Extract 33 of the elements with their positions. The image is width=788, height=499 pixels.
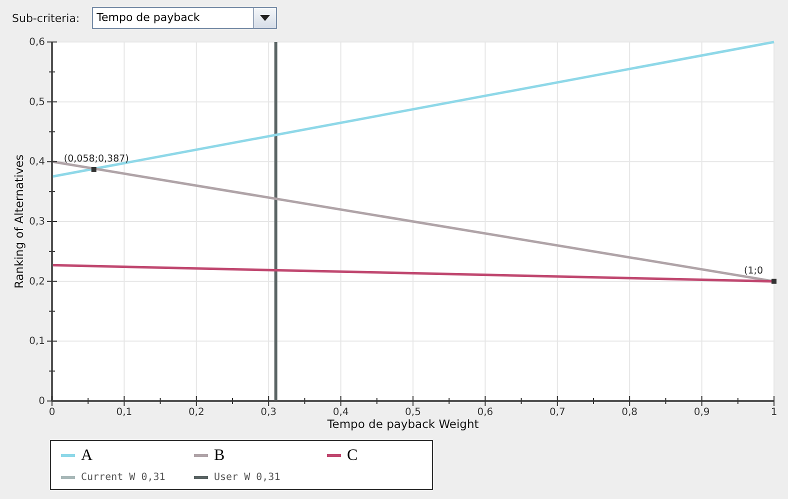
x-tick-label: 0 bbox=[48, 407, 56, 418]
legend-label: User W 0,31 bbox=[214, 472, 280, 482]
y-tick-label: 0,6 bbox=[29, 37, 45, 48]
x-tick-label: 0,5 bbox=[405, 407, 421, 418]
x-tick-label: 0,1 bbox=[116, 407, 132, 418]
intersection-point bbox=[91, 166, 96, 172]
y-tick-label: 0 bbox=[38, 396, 45, 407]
x-tick-label: 0,8 bbox=[622, 407, 638, 418]
legend-label: A bbox=[81, 446, 93, 464]
x-tick-label: 0,3 bbox=[260, 407, 277, 418]
x-tick-label: 0,7 bbox=[549, 407, 566, 418]
legend-label: Current W 0,31 bbox=[81, 472, 166, 482]
weight-marker-line[interactable] bbox=[274, 42, 278, 401]
sub-criteria-label: Sub-criteria: bbox=[12, 12, 80, 24]
caret-icon bbox=[260, 15, 270, 21]
x-axis-title: Tempo de payback Weight bbox=[327, 417, 479, 431]
y-tick-label: 0,2 bbox=[29, 276, 45, 288]
y-axis-title: Ranking of Alternatives bbox=[12, 154, 26, 288]
sub-criteria-dropdown[interactable]: Tempo de payback bbox=[92, 7, 277, 29]
x-tick-label: 1 bbox=[770, 407, 778, 418]
x-tick-label: 0,9 bbox=[694, 407, 710, 418]
y-tick-label: 0,5 bbox=[29, 96, 45, 108]
x-tick-label: 0,2 bbox=[188, 407, 204, 418]
point-label: (0,058;0,387) bbox=[64, 153, 129, 164]
intersection-point bbox=[772, 278, 776, 284]
legend-label: C bbox=[347, 446, 358, 464]
x-tick-label: 0,6 bbox=[477, 407, 494, 418]
legend-label: B bbox=[214, 446, 225, 464]
point-label: (1;0 bbox=[744, 265, 763, 276]
y-tick-label: 0,3 bbox=[29, 216, 45, 228]
y-tick-label: 0,4 bbox=[29, 156, 45, 168]
x-tick-label: 0,4 bbox=[332, 407, 349, 418]
y-tick-label: 0,1 bbox=[29, 336, 45, 348]
